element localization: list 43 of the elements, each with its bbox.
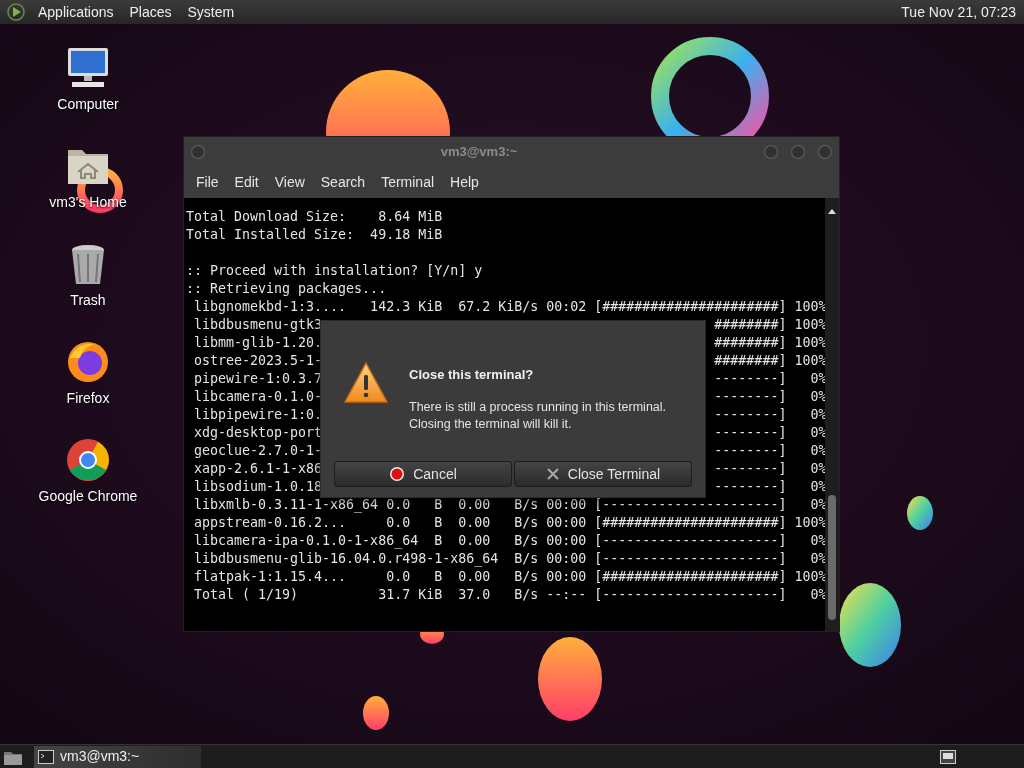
terminal-line: libdbusmenu-gtk3 (193, 316, 323, 334)
terminal-line: libmm-glib-1.20. (193, 334, 323, 352)
terminal-line: libsodium-1.0.18 (193, 478, 323, 496)
panel-menu[interactable]: Places (121, 1, 180, 23)
terminal-line: libpipewire-1:0. (193, 406, 323, 424)
stop-icon (389, 466, 406, 482)
terminal-line: :: Retrieving packages... (186, 280, 388, 298)
terminal-line: Total Installed Size: 49.18 MiB (186, 226, 444, 244)
warning-icon (343, 361, 389, 405)
clock[interactable]: Tue Nov 21, 07:23 (893, 1, 1024, 23)
terminal-icon (38, 749, 54, 764)
close-terminal-button[interactable]: Close Terminal (514, 461, 692, 487)
terminal-line: :: Proceed with installation? [Y/n] y (186, 262, 484, 280)
terminal-line: pipewire-1:0.3.7 (193, 370, 323, 388)
terminal-line: geoclue-2.7.0-1- (193, 442, 323, 460)
terminal-line: xdg-desktop-port (193, 424, 323, 442)
menu-item[interactable]: View (266, 171, 313, 193)
dialog-message: There is still a process running in this terminal. Closing the terminal will kill it. (409, 398, 667, 433)
terminal-line: libcamera-0.1.0- (193, 388, 323, 406)
panel-menu[interactable]: Applications (30, 1, 122, 23)
browser-icon[interactable] (64, 436, 112, 484)
menu-item[interactable]: Terminal (373, 171, 443, 193)
menu-item[interactable]: Search (312, 171, 374, 193)
icon-label[interactable]: Google Chrome (38, 486, 138, 507)
icon-label[interactable]: Firefox (66, 388, 110, 409)
menu-logo-icon[interactable] (6, 2, 26, 22)
scrollbar[interactable] (825, 198, 839, 631)
terminal-line: xapp-2.6.1-1-x86 (193, 460, 323, 478)
workspace-icon[interactable] (940, 749, 956, 764)
scroll-thumb[interactable] (828, 495, 836, 620)
terminal-line: ostree-2023.5-1- (193, 352, 323, 370)
panel-menu[interactable]: System (179, 1, 243, 23)
dialog-title: Close this terminal? (409, 366, 535, 384)
taskbar-button[interactable]: vm3@vm3:~ (34, 745, 201, 768)
menu-item[interactable]: Edit (226, 171, 267, 193)
terminal-line: Total Download Size: 8.64 MiB (186, 208, 444, 226)
cancel-button[interactable]: Cancel (334, 461, 512, 487)
menu-item[interactable]: Help (442, 171, 487, 193)
icon-label[interactable]: Computer (57, 94, 119, 115)
window-title: vm3@vm3:~ (439, 142, 519, 161)
menu-item[interactable]: File (188, 171, 227, 193)
close-icon (545, 467, 560, 481)
icon-label[interactable]: Trash (70, 290, 106, 311)
